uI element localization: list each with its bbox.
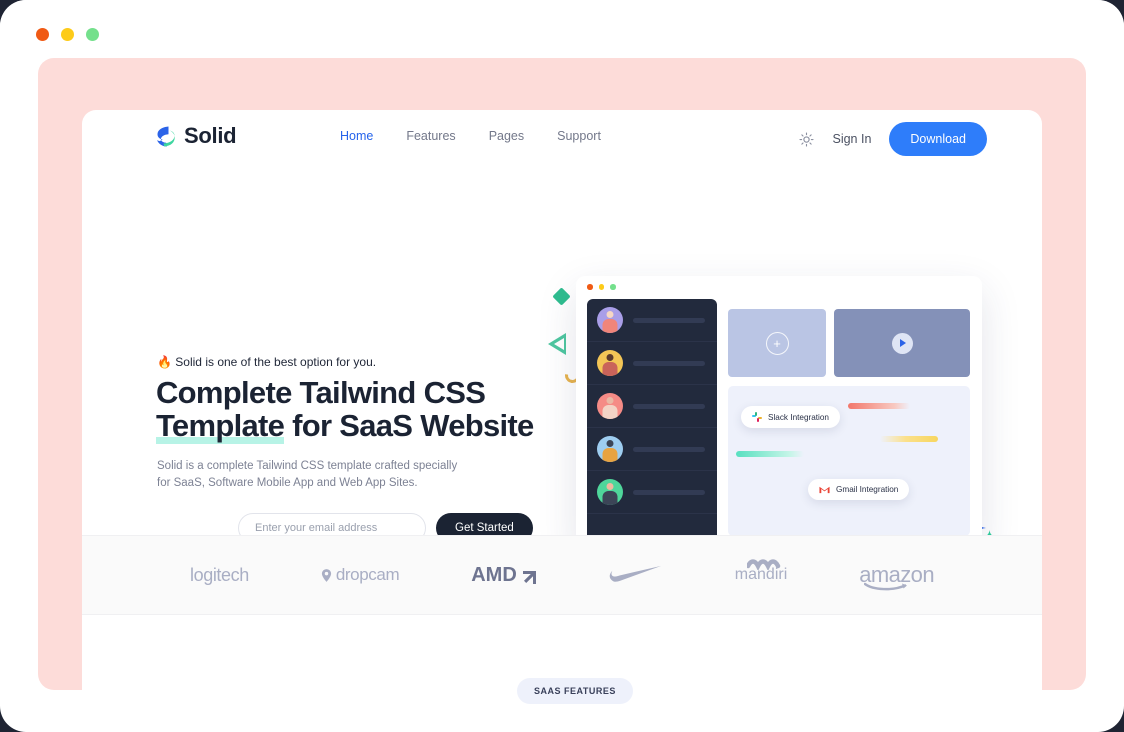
avatar: [597, 393, 623, 419]
logo-logitech: logitech: [190, 564, 249, 585]
progress-bar-red: [848, 403, 910, 409]
browser-titlebar: [0, 0, 1124, 58]
site-navbar: Solid Home Features Pages Support Sign I…: [82, 110, 1042, 168]
list-item[interactable]: [587, 385, 717, 428]
nav-actions: Sign In Download: [799, 122, 987, 156]
brand-name: Solid: [184, 123, 237, 148]
page-title: Complete Tailwind CSS Template for SaaS …: [156, 375, 536, 444]
slack-integration-label: Slack Integration: [768, 412, 829, 422]
mockup-zoom-dot: [610, 284, 616, 290]
list-item-placeholder-bar: [633, 360, 705, 366]
progress-bar-green: [736, 451, 804, 457]
gmail-integration-chip[interactable]: Gmail Integration: [808, 479, 910, 500]
logo-dropcam-text: dropcam: [335, 565, 400, 584]
hero-eyebrow: 🔥 Solid is one of the best option for yo…: [157, 355, 376, 369]
list-item-placeholder-bar: [633, 403, 705, 409]
triangle-inner-cutout: [554, 338, 564, 350]
mockup-close-dot: [587, 284, 593, 290]
play-icon: [891, 332, 913, 354]
progress-bar-yellow: [880, 436, 938, 442]
hero-eyebrow-text: Solid is one of the best option for you.: [175, 355, 377, 369]
amd-arrow-icon: [522, 568, 537, 584]
headline-line-1: Complete Tailwind CSS: [156, 375, 486, 410]
add-media-tile[interactable]: +: [728, 309, 826, 377]
slack-integration-chip[interactable]: Slack Integration: [741, 406, 840, 428]
logo-nike: [609, 564, 663, 586]
dashboard-mockup: + Slack Integration Gmail Integration: [576, 276, 982, 548]
hero-section: 🔥 Solid is one of the best option for yo…: [82, 168, 1042, 568]
logo-amd-text: AMD: [471, 563, 517, 586]
logo-mandiri: mandiri: [735, 559, 787, 584]
hero-subcopy: Solid is a complete Tailwind CSS templat…: [157, 460, 458, 489]
page-root: Solid Home Features Pages Support Sign I…: [0, 0, 1124, 732]
sign-in-link[interactable]: Sign In: [832, 132, 871, 146]
list-item[interactable]: [587, 299, 717, 342]
nav-link-pages[interactable]: Pages: [489, 129, 524, 143]
list-item[interactable]: [587, 471, 717, 514]
integrations-panel: Slack Integration Gmail Integration: [728, 386, 970, 536]
logo-amazon: amazon: [859, 562, 935, 591]
status-badge: SAAS FEATURES: [517, 678, 633, 704]
website-preview-card: Solid Home Features Pages Support Sign I…: [82, 110, 1042, 732]
slack-icon: [752, 412, 762, 422]
amazon-smile-icon: [864, 582, 908, 591]
avatar: [597, 307, 623, 333]
mandiri-wave-icon: [746, 559, 781, 570]
client-logos-strip: logitech dropcam AMD mandiri amazon: [82, 535, 1042, 615]
minimize-button[interactable]: [61, 28, 74, 41]
video-tile[interactable]: [834, 309, 970, 377]
list-item[interactable]: [587, 342, 717, 385]
browser-window: Solid Home Features Pages Support Sign I…: [0, 0, 1124, 732]
diamond-shape-icon: [552, 287, 571, 306]
logo-amd: AMD: [471, 564, 537, 587]
solid-logo-icon: [157, 126, 175, 146]
mockup-titlebar: [576, 276, 982, 298]
plus-icon: +: [765, 331, 789, 355]
nav-links: Home Features Pages Support: [340, 129, 601, 143]
pin-icon: [321, 568, 331, 582]
nav-link-features[interactable]: Features: [406, 129, 455, 143]
list-item-placeholder-bar: [633, 489, 705, 495]
list-item-placeholder-bar: [633, 446, 705, 452]
sun-icon[interactable]: [799, 131, 815, 147]
avatar: [597, 479, 623, 505]
download-button[interactable]: Download: [889, 122, 987, 156]
zoom-button[interactable]: [86, 28, 99, 41]
gmail-integration-label: Gmail Integration: [836, 485, 899, 494]
fire-icon: 🔥: [157, 355, 172, 369]
headline-line-2-rest: for SaaS Website: [284, 408, 534, 443]
mockup-minimize-dot: [598, 284, 604, 290]
list-item[interactable]: [587, 428, 717, 471]
brand-logo[interactable]: Solid: [156, 123, 237, 149]
nav-link-home[interactable]: Home: [340, 129, 373, 143]
avatar: [597, 350, 623, 376]
mockup-contact-list: [587, 299, 717, 536]
nav-link-support[interactable]: Support: [557, 129, 601, 143]
window-controls: [36, 28, 99, 41]
close-button[interactable]: [36, 28, 49, 41]
gmail-icon: [819, 486, 830, 494]
avatar: [597, 436, 623, 462]
headline-highlight: Template: [156, 408, 285, 444]
nike-swoosh-icon: [609, 565, 661, 582]
list-item-placeholder-bar: [633, 317, 705, 323]
logo-dropcam: dropcam: [321, 565, 400, 585]
